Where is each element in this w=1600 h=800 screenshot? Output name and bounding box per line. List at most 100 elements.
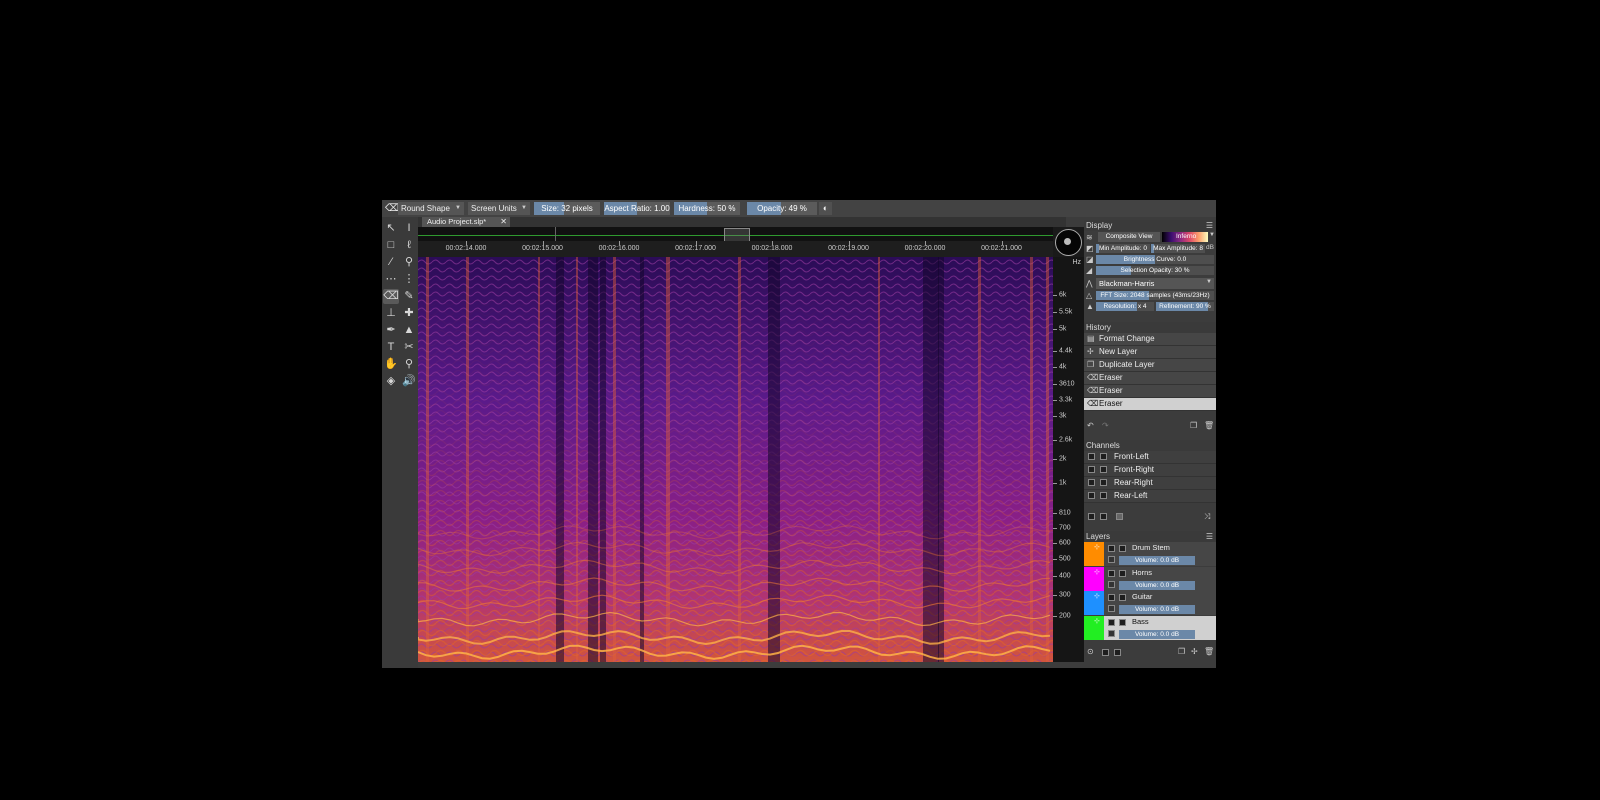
- refinement-slider[interactable]: Refinement: 90 %: [1156, 302, 1214, 311]
- new-layer-icon[interactable]: ❐: [1178, 647, 1185, 656]
- layer-volume-slider[interactable]: Volume: 0.0 dB: [1119, 629, 1195, 639]
- history-item-selected[interactable]: ⌫ Eraser: [1084, 398, 1216, 411]
- harmonic-select-icon[interactable]: ⋯: [383, 272, 399, 287]
- layer-visibility-icon[interactable]: [1108, 569, 1115, 577]
- opacity-slider[interactable]: Opacity: 49 %: [747, 202, 817, 215]
- layer-visibility-icon[interactable]: [1108, 594, 1115, 601]
- text-icon[interactable]: T: [383, 340, 399, 355]
- pointer-icon[interactable]: ↖: [383, 221, 399, 236]
- min-amplitude-field[interactable]: Min Amplitude: 0: [1096, 244, 1150, 253]
- layer-color-swatch[interactable]: ⊹: [1084, 615, 1104, 640]
- history-item[interactable]: ▤ Format Change: [1084, 333, 1216, 346]
- hand-icon[interactable]: ✋: [383, 357, 399, 372]
- trash-icon[interactable]: 🗑: [1204, 647, 1214, 656]
- time-select-icon[interactable]: Ι: [401, 221, 417, 236]
- history-item[interactable]: ✢ New Layer: [1084, 346, 1216, 359]
- layer-mute-icon[interactable]: [1108, 580, 1115, 588]
- lasso-icon[interactable]: ℓ: [401, 238, 417, 253]
- brush-icon[interactable]: ✎: [401, 289, 417, 304]
- layer-volume-slider[interactable]: Volume: 0.0 dB: [1119, 556, 1195, 565]
- fft-size-slider[interactable]: FFT Size: 2048 samples (43ms/23Hz): [1096, 291, 1214, 300]
- channel-solo-icon[interactable]: [1100, 453, 1107, 460]
- fill-icon[interactable]: ▲: [401, 323, 417, 338]
- contrast-toggle-icon[interactable]: ◐: [819, 202, 832, 215]
- layer-solo-icon[interactable]: [1119, 569, 1126, 577]
- channel-solo-icon[interactable]: [1100, 492, 1107, 499]
- layer-mute-icon[interactable]: [1108, 629, 1115, 637]
- size-slider[interactable]: Size: 32 pixels: [534, 202, 600, 215]
- layer-visibility-icon[interactable]: [1108, 545, 1115, 552]
- channel-solo-icon[interactable]: [1100, 466, 1107, 473]
- history-item[interactable]: ⌫ Eraser: [1084, 385, 1216, 398]
- time-ruler[interactable]: 00:02:14.000 00:02:15.000 00:02:16.000 00:0…: [418, 241, 1053, 257]
- pen-icon[interactable]: ✒: [383, 323, 399, 338]
- frequency-axis[interactable]: Hz 6k 5.5k 5k 4.4k 4k 3610 3.3k 3k 2.6k 2k 1k 810 70…: [1053, 257, 1084, 662]
- navigation-wheel[interactable]: [1053, 227, 1084, 258]
- layer-lock-icon[interactable]: [1114, 649, 1121, 656]
- channel-row[interactable]: Front-Left: [1084, 451, 1216, 464]
- brightness-curve-slider[interactable]: Brightness Curve: 0.0: [1096, 255, 1214, 264]
- channel-solo-icon[interactable]: [1100, 479, 1107, 486]
- duplicate-layer-icon[interactable]: ✢: [1191, 647, 1198, 656]
- layer-row[interactable]: ⊹ Bass Volume: 0.0 dB: [1084, 615, 1216, 640]
- panel-menu-icon[interactable]: ☰: [1206, 220, 1213, 231]
- layer-settings-icon[interactable]: ⊙: [1087, 647, 1094, 656]
- document-tab[interactable]: Audio Project.slp* ✕: [422, 217, 510, 227]
- window-function-select[interactable]: Blackman-Harris: [1096, 278, 1214, 289]
- layer-row[interactable]: ⊹ Guitar Volume: 0.0 dB: [1084, 591, 1216, 615]
- chevron-down-icon[interactable]: ▼: [1206, 279, 1212, 285]
- zoom-icon[interactable]: ⚲: [401, 357, 417, 372]
- chevron-down-icon[interactable]: ▼: [1209, 232, 1215, 238]
- channel-row[interactable]: Rear-Left: [1084, 490, 1216, 503]
- colormap-select[interactable]: Inferno: [1162, 232, 1208, 242]
- speaker-icon[interactable]: 🔊: [401, 374, 417, 389]
- brush-shape-select[interactable]: Round Shape ▼: [398, 202, 464, 215]
- overview-bar[interactable]: [418, 227, 1053, 242]
- layer-solo-icon[interactable]: [1119, 545, 1126, 552]
- stamp-icon[interactable]: ⊥: [383, 306, 399, 321]
- layer-solo-icon[interactable]: [1119, 594, 1126, 601]
- snapshot-icon[interactable]: ❐: [1190, 421, 1197, 430]
- close-icon[interactable]: ✕: [500, 217, 507, 227]
- channel-lock-icon[interactable]: [1100, 513, 1107, 520]
- layer-mute-icon[interactable]: [1108, 605, 1115, 612]
- layer-solo-icon[interactable]: [1119, 618, 1126, 626]
- magic-wand-icon[interactable]: ⁄: [383, 255, 399, 270]
- rect-select-icon[interactable]: □: [383, 238, 399, 253]
- channel-row[interactable]: Rear-Right: [1084, 477, 1216, 490]
- overview-viewport-handle[interactable]: [724, 228, 750, 242]
- channel-visibility-icon[interactable]: [1088, 453, 1095, 460]
- eraser-tool-icon[interactable]: ⌫: [383, 289, 399, 304]
- selection-opacity-slider[interactable]: Selection Opacity: 30 %: [1096, 266, 1214, 275]
- history-item[interactable]: ⌫ Eraser: [1084, 372, 1216, 385]
- 3d-view-icon[interactable]: ◈: [383, 374, 399, 389]
- channel-visibility-icon[interactable]: [1088, 479, 1095, 486]
- layer-visibility-icon[interactable]: [1102, 649, 1109, 656]
- layer-row[interactable]: ⊹ Horns Volume: 0.0 dB: [1084, 566, 1216, 591]
- panel-menu-icon[interactable]: ☰: [1206, 531, 1213, 542]
- max-amplitude-field[interactable]: Max Amplitude: 8: [1151, 244, 1205, 253]
- layer-mute-icon[interactable]: [1108, 556, 1115, 563]
- scissors-icon[interactable]: ✂: [401, 340, 417, 355]
- channel-row[interactable]: Front-Right: [1084, 464, 1216, 477]
- layer-volume-slider[interactable]: Volume: 0.0 dB: [1119, 605, 1195, 614]
- aspect-ratio-slider[interactable]: Aspect Ratio: 1.00: [604, 202, 670, 215]
- navigation-center-icon[interactable]: [1064, 238, 1071, 245]
- units-select[interactable]: Screen Units ▼: [468, 202, 530, 215]
- channel-add-icon[interactable]: [1116, 513, 1123, 520]
- trash-icon[interactable]: 🗑: [1204, 421, 1214, 430]
- resolution-slider[interactable]: Resolution: x 4: [1096, 302, 1154, 311]
- smart-select-icon[interactable]: ⚲: [401, 255, 417, 270]
- view-mode-select[interactable]: Composite View: [1098, 232, 1160, 242]
- channel-visibility-icon[interactable]: [1088, 466, 1095, 473]
- hardness-slider[interactable]: Hardness: 50 %: [674, 202, 740, 215]
- layer-volume-slider[interactable]: Volume: 0.0 dB: [1119, 580, 1195, 590]
- history-item[interactable]: ❐ Duplicate Layer: [1084, 359, 1216, 372]
- shuffle-icon[interactable]: ⤨: [1204, 512, 1210, 522]
- frequency-select-icon[interactable]: ⋮: [401, 272, 417, 287]
- layer-visibility-icon[interactable]: [1108, 618, 1115, 626]
- layer-color-swatch[interactable]: ⊹: [1084, 566, 1104, 591]
- channel-visibility-icon[interactable]: [1088, 513, 1095, 520]
- layer-color-swatch[interactable]: ⊹: [1084, 591, 1104, 615]
- spectrogram-canvas[interactable]: [418, 257, 1053, 662]
